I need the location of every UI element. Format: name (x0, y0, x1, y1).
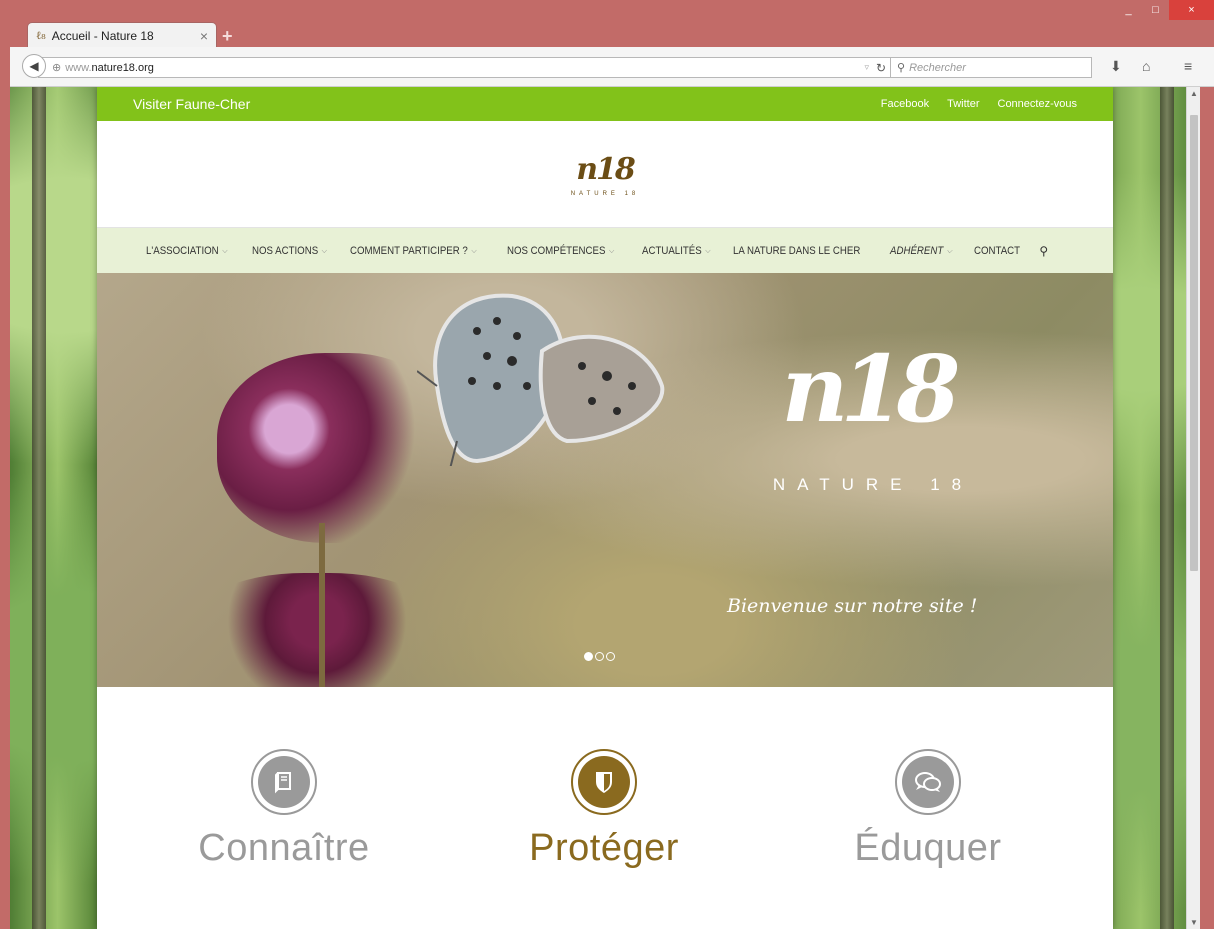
maximize-button[interactable]: □ (1142, 0, 1169, 20)
site-container: Visiter Faune-Cher Facebook Twitter Conn… (97, 87, 1113, 929)
butterfly-image (417, 293, 665, 466)
menu-item-contact[interactable]: CONTACT (974, 245, 1020, 257)
menu-item-label: NOS COMPÉTENCES (506, 244, 606, 257)
download-icon[interactable]: ⬇ (1110, 58, 1122, 75)
home-icon[interactable]: ⌂ (1142, 58, 1150, 74)
flower-cluster-image (187, 573, 447, 687)
reload-icon[interactable]: ↻ (876, 61, 886, 75)
url-dropdown-icon[interactable]: ▿ (864, 62, 869, 73)
login-link[interactable]: Connectez-vous (998, 98, 1078, 110)
back-arrow-icon: ◀ (29, 59, 39, 73)
chevron-down-icon: ⌵ (608, 245, 615, 255)
slider-pagination (584, 652, 615, 661)
logo-subtitle: NATURE 18 (570, 190, 640, 197)
twitter-link[interactable]: Twitter (947, 98, 979, 110)
page-viewport: Visiter Faune-Cher Facebook Twitter Conn… (10, 87, 1200, 929)
search-placeholder: Rechercher (909, 61, 966, 74)
site-favicon-icon: ℓ₈ (36, 29, 46, 42)
menu-item-label: L'ASSOCIATION (146, 244, 219, 257)
topbar-links: Facebook Twitter Connectez-vous (881, 98, 1077, 110)
slider-dot[interactable] (606, 652, 615, 661)
feature-eduquer[interactable]: Éduquer (798, 749, 1058, 870)
tab-title: Accueil - Nature 18 (51, 28, 154, 43)
window-close-button[interactable]: × (1169, 0, 1214, 20)
url-bar[interactable]: ⊕ www. nature18.org ▿ ↻ (38, 57, 892, 78)
menu-item-label: ACTUALITÉS (641, 244, 702, 257)
background-tree (1160, 87, 1174, 929)
feature-icon-ring (251, 749, 317, 815)
browser-tab[interactable]: ℓ₈ Accueil - Nature 18 × (27, 22, 217, 48)
menu-item-label: CONTACT (974, 244, 1021, 257)
chevron-down-icon: ⌵ (471, 245, 477, 255)
features-section: Connaître Protéger Éduquer (97, 687, 1113, 908)
scroll-up-icon[interactable]: ▲ (1190, 89, 1198, 98)
browser-search-input[interactable]: ⚲ Rechercher (890, 57, 1092, 78)
url-host: nature18.org (91, 61, 154, 74)
search-icon: ⚲ (897, 62, 906, 74)
menu-hamburger-icon[interactable]: ≡ (1184, 58, 1192, 74)
slider-dot[interactable] (595, 652, 604, 661)
shield-icon (578, 756, 630, 808)
site-search-icon[interactable]: ⚲ (1039, 244, 1048, 258)
hero-tagline: Bienvenue sur notre site ! (727, 595, 978, 617)
feature-label: Éduquer (854, 827, 1002, 869)
site-logo[interactable]: n18 NATURE 18 (97, 121, 1113, 228)
menu-item-nos-competences[interactable]: NOS COMPÉTENCES ⌵ (507, 245, 614, 257)
browser-titlebar: ℓ₈ Accueil - Nature 18 × + _ □ × (0, 0, 1214, 48)
new-tab-button[interactable]: + (222, 26, 233, 47)
menu-item-label: COMMENT PARTICIPER ? (349, 244, 468, 257)
menu-item-label: ADHÉRENT (890, 244, 944, 257)
menu-item-label: NOS ACTIONS (251, 244, 318, 257)
visit-faune-cher-link[interactable]: Visiter Faune-Cher (133, 96, 250, 112)
feature-proteger[interactable]: Protéger (474, 749, 734, 870)
chevron-down-icon: ⌵ (222, 245, 228, 255)
book-icon (258, 756, 310, 808)
logo-mark: n18 (576, 151, 636, 187)
chevron-down-icon: ⌵ (947, 245, 953, 255)
menu-item-nos-actions[interactable]: NOS ACTIONS ⌵ (252, 245, 327, 257)
feature-icon-ring (571, 749, 637, 815)
browser-navbar: ⊕ www. nature18.org ▿ ↻ ◀ ⚲ Rechercher ⬇ … (10, 47, 1214, 87)
scroll-down-icon[interactable]: ▼ (1190, 918, 1198, 927)
flower-stem-image (319, 523, 325, 687)
menu-item-label: LA NATURE DANS LE CHER (732, 244, 861, 257)
facebook-link[interactable]: Facebook (881, 98, 929, 110)
tab-close-icon[interactable]: × (200, 28, 208, 44)
back-button[interactable]: ◀ (22, 54, 46, 78)
site-topbar: Visiter Faune-Cher Facebook Twitter Conn… (97, 87, 1113, 121)
globe-icon: ⊕ (52, 62, 62, 74)
chat-bubbles-icon (902, 756, 954, 808)
scrollbar-thumb[interactable] (1190, 115, 1198, 571)
chevron-down-icon: ⌵ (321, 245, 327, 255)
slider-dot-active[interactable] (584, 652, 593, 661)
hero-logo: n18 NATURE 18 (737, 343, 997, 495)
menu-item-actualites[interactable]: ACTUALITÉS ⌵ (642, 245, 711, 257)
feature-label: Connaître (198, 827, 370, 869)
menu-item-association[interactable]: L'ASSOCIATION ⌵ (146, 245, 228, 257)
minimize-button[interactable]: _ (1115, 0, 1142, 20)
page-scrollbar[interactable]: ▲ ▼ (1186, 87, 1200, 929)
menu-item-nature-dans-le-cher[interactable]: LA NATURE DANS LE CHER (733, 245, 860, 257)
hero-logo-name: NATURE 18 (772, 475, 974, 494)
menu-item-comment-participer[interactable]: COMMENT PARTICIPER ? ⌵ (350, 245, 477, 257)
hero-slider[interactable]: n18 NATURE 18 Bienvenue sur notre site ! (97, 273, 1113, 687)
feature-connaitre[interactable]: Connaître (154, 749, 414, 870)
feature-label: Protéger (529, 827, 679, 869)
chevron-down-icon: ⌵ (705, 245, 711, 255)
main-menu: L'ASSOCIATION ⌵ NOS ACTIONS ⌵ COMMENT PART… (97, 228, 1113, 273)
feature-icon-ring (895, 749, 961, 815)
hero-logo-mark: n18 (781, 335, 961, 443)
window-controls: _ □ × (1115, 0, 1214, 20)
background-tree (32, 87, 46, 929)
url-prefix: www. (65, 61, 92, 74)
menu-item-adherent[interactable]: ADHÉRENT ⌵ (890, 245, 952, 257)
